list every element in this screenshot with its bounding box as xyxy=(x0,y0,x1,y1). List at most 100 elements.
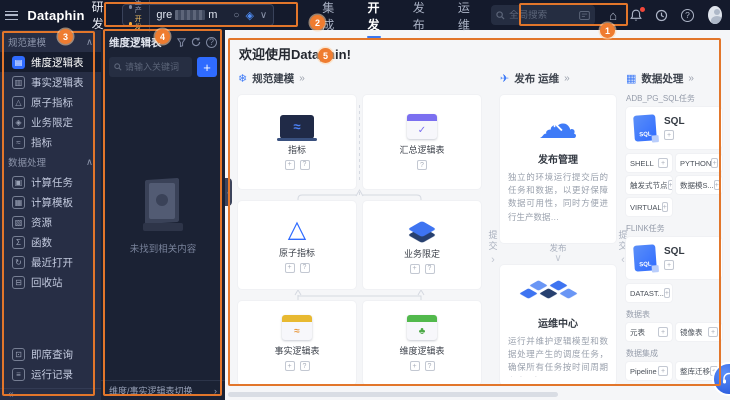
doc-help-icon[interactable]: ? xyxy=(299,159,310,170)
sidebar-item-recycle-bin[interactable]: ⊟ 回收站 xyxy=(0,272,101,292)
card-publish-management[interactable]: ☁ ↖ 发布管理 独立的环境运行提交后的任务和数据，以更好保障数据可用性，同时方便… xyxy=(500,95,616,243)
card-aggregate-logic-table[interactable]: ✓ 汇总逻辑表 ? xyxy=(363,95,481,189)
status-ring-icon[interactable]: ○ xyxy=(233,10,239,21)
card-atomic-metric[interactable]: △ 原子指标 +? xyxy=(238,201,356,289)
add-icon[interactable]: + xyxy=(658,158,668,168)
sidebar-item-atomic-metric[interactable]: △ 原子指标 xyxy=(0,92,101,112)
chevron-down-icon[interactable]: ∨ xyxy=(260,10,267,21)
env-dev-label: 开发 xyxy=(134,15,142,31)
env-prod-label: 生产 xyxy=(134,0,142,14)
doc-help-icon[interactable]: ? xyxy=(417,160,427,170)
sidebar-group-processing[interactable]: 数据处理 ∧ xyxy=(0,152,101,172)
sidebar-item-resources[interactable]: ▧ 资源 xyxy=(0,212,101,232)
sidebar-item-compute-template[interactable]: ▦ 计算模板 xyxy=(0,192,101,212)
sidebar-group-modeling[interactable]: 规范建模 ∧ xyxy=(0,32,101,52)
add-icon[interactable]: + xyxy=(658,366,668,376)
task-chip-mirror-table[interactable]: 镜像表 + xyxy=(676,323,722,341)
refresh-icon[interactable] xyxy=(191,37,201,47)
home-icon[interactable]: ⌂ xyxy=(609,9,617,22)
more-icon: » xyxy=(564,72,570,84)
publish-header[interactable]: ✈ 发布 运维 » xyxy=(500,70,616,86)
task-card-sql[interactable]: SQL SQL + xyxy=(626,107,722,149)
sidebar-item-business-filter[interactable]: ◈ 业务限定 xyxy=(0,112,101,132)
global-search[interactable] xyxy=(491,5,596,25)
card-metric[interactable]: ≈ 指标 +? xyxy=(238,95,356,189)
sidebar-item-compute-task[interactable]: ▣ 计算任务 xyxy=(0,172,101,192)
tab-publish[interactable]: 发布 xyxy=(411,0,428,39)
empty-state-text: 未找到相关内容 xyxy=(129,243,197,255)
task-chip-datastream[interactable]: DATAST... + xyxy=(626,284,672,302)
task-chip-meta-table[interactable]: 元表 + xyxy=(626,323,672,341)
add-icon[interactable]: + xyxy=(284,262,295,273)
sidebar-item-adhoc-query[interactable]: ⊡ 即席查询 xyxy=(0,344,101,364)
task-chip-python[interactable]: PYTHON + xyxy=(676,154,722,172)
panel-title: 维度逻辑表 xyxy=(109,36,162,49)
history-icon[interactable] xyxy=(655,9,668,22)
tab-operate[interactable]: 运维 xyxy=(456,0,473,39)
add-icon[interactable]: + xyxy=(284,361,295,371)
sidebar-item-fact-logic-table[interactable]: ▥ 事实逻辑表 xyxy=(0,72,101,92)
help-icon[interactable]: ? xyxy=(680,8,694,22)
hotkey-icon[interactable] xyxy=(579,10,590,20)
aggregate-table-icon: ✓ xyxy=(407,114,437,139)
add-icon[interactable]: + xyxy=(711,158,718,168)
sidebar-item-metric[interactable]: ≈ 指标 xyxy=(0,132,101,152)
sidebar-item-functions[interactable]: Σ 函数 xyxy=(0,232,101,252)
doc-help-icon[interactable]: ? xyxy=(299,262,310,273)
task-chip-virtual[interactable]: VIRTUAL + xyxy=(626,198,672,216)
publish-flow-connector: 发布 ∨ xyxy=(549,242,567,265)
tab-integration[interactable]: 集成 xyxy=(320,0,337,39)
horizontal-scrollbar[interactable] xyxy=(228,392,558,397)
user-avatar[interactable] xyxy=(707,6,722,24)
chevron-right-icon: › xyxy=(214,385,217,396)
task-group-header: FLINK任务 xyxy=(626,224,665,233)
metric-icon: ≈ xyxy=(12,135,25,149)
add-icon[interactable]: + xyxy=(663,288,670,298)
add-icon[interactable]: + xyxy=(713,180,720,190)
headset-icon xyxy=(723,372,730,384)
filter-icon[interactable] xyxy=(177,37,186,47)
card-fact-logic-table[interactable]: ≈ 事实逻辑表 +? xyxy=(238,301,356,385)
add-icon[interactable]: + xyxy=(667,180,672,190)
project-selector[interactable]: 生产 开发 gre m ○ ◈ ∨ xyxy=(122,0,275,32)
panel-footer-link[interactable]: 维度/事实逻辑表切换 › xyxy=(101,380,225,400)
menu-icon[interactable] xyxy=(0,0,23,30)
sidebar-item-recently-opened[interactable]: ↻ 最近打开 xyxy=(0,252,101,272)
doc-help-icon[interactable]: ? xyxy=(424,361,435,371)
add-icon[interactable]: + xyxy=(284,159,295,170)
gem-icon[interactable]: ◈ xyxy=(245,9,253,22)
notification-bell-icon[interactable] xyxy=(630,6,645,22)
env-toggle[interactable]: 生产 开发 xyxy=(129,0,151,32)
modeling-header[interactable]: ❄ 规范建模 » xyxy=(238,70,486,86)
add-icon[interactable]: + xyxy=(409,361,420,371)
sidebar-item-run-records[interactable]: ≡ 运行记录 xyxy=(0,364,101,384)
add-icon[interactable]: + xyxy=(661,202,668,212)
add-icon[interactable]: + xyxy=(658,327,668,337)
card-dimension-logic-table[interactable]: ♣ 维度逻辑表 +? xyxy=(363,301,481,385)
panel-collapse-handle[interactable]: ‹ xyxy=(225,178,232,206)
processing-header[interactable]: ▦ 数据处理 » xyxy=(626,70,722,86)
add-icon[interactable]: + xyxy=(664,260,674,270)
task-chip-pipeline[interactable]: Pipeline + xyxy=(626,362,672,380)
sidebar-item-dimension-logic-table[interactable]: ▤ 维度逻辑表 xyxy=(0,52,101,72)
recent-icon: ↻ xyxy=(12,255,25,269)
task-chip-shell[interactable]: SHELL + xyxy=(626,154,672,172)
doc-help-icon[interactable]: ? xyxy=(424,263,435,274)
card-business-filter[interactable]: 业务限定 +? xyxy=(363,201,481,289)
tab-develop[interactable]: 开发 xyxy=(365,0,382,39)
collapse-sidebar-button[interactable]: « xyxy=(0,388,101,400)
add-icon[interactable]: + xyxy=(708,327,718,337)
card-ops-center[interactable]: 运维中心 运行并维护逻辑模型和数据处理产生的调度任务，确保所有任务按时间周期有序… xyxy=(500,265,616,385)
add-icon[interactable]: + xyxy=(409,263,420,274)
panel-help-icon[interactable]: ? xyxy=(206,36,217,48)
doc-help-icon[interactable]: ? xyxy=(299,361,310,371)
more-icon: » xyxy=(299,72,305,84)
dimension-table-icon: ▤ xyxy=(12,55,25,69)
task-card-flink-sql[interactable]: SQL SQL + xyxy=(626,237,722,279)
paper-plane-icon: ✈ xyxy=(500,72,510,85)
add-icon[interactable]: + xyxy=(664,130,674,140)
global-search-input[interactable] xyxy=(509,9,576,21)
task-chip-data-model[interactable]: 数据模S... + xyxy=(676,176,722,194)
task-chip-trigger-node[interactable]: 触发式节点 + xyxy=(626,176,672,194)
app-logo[interactable]: Dataphin xyxy=(27,8,84,23)
